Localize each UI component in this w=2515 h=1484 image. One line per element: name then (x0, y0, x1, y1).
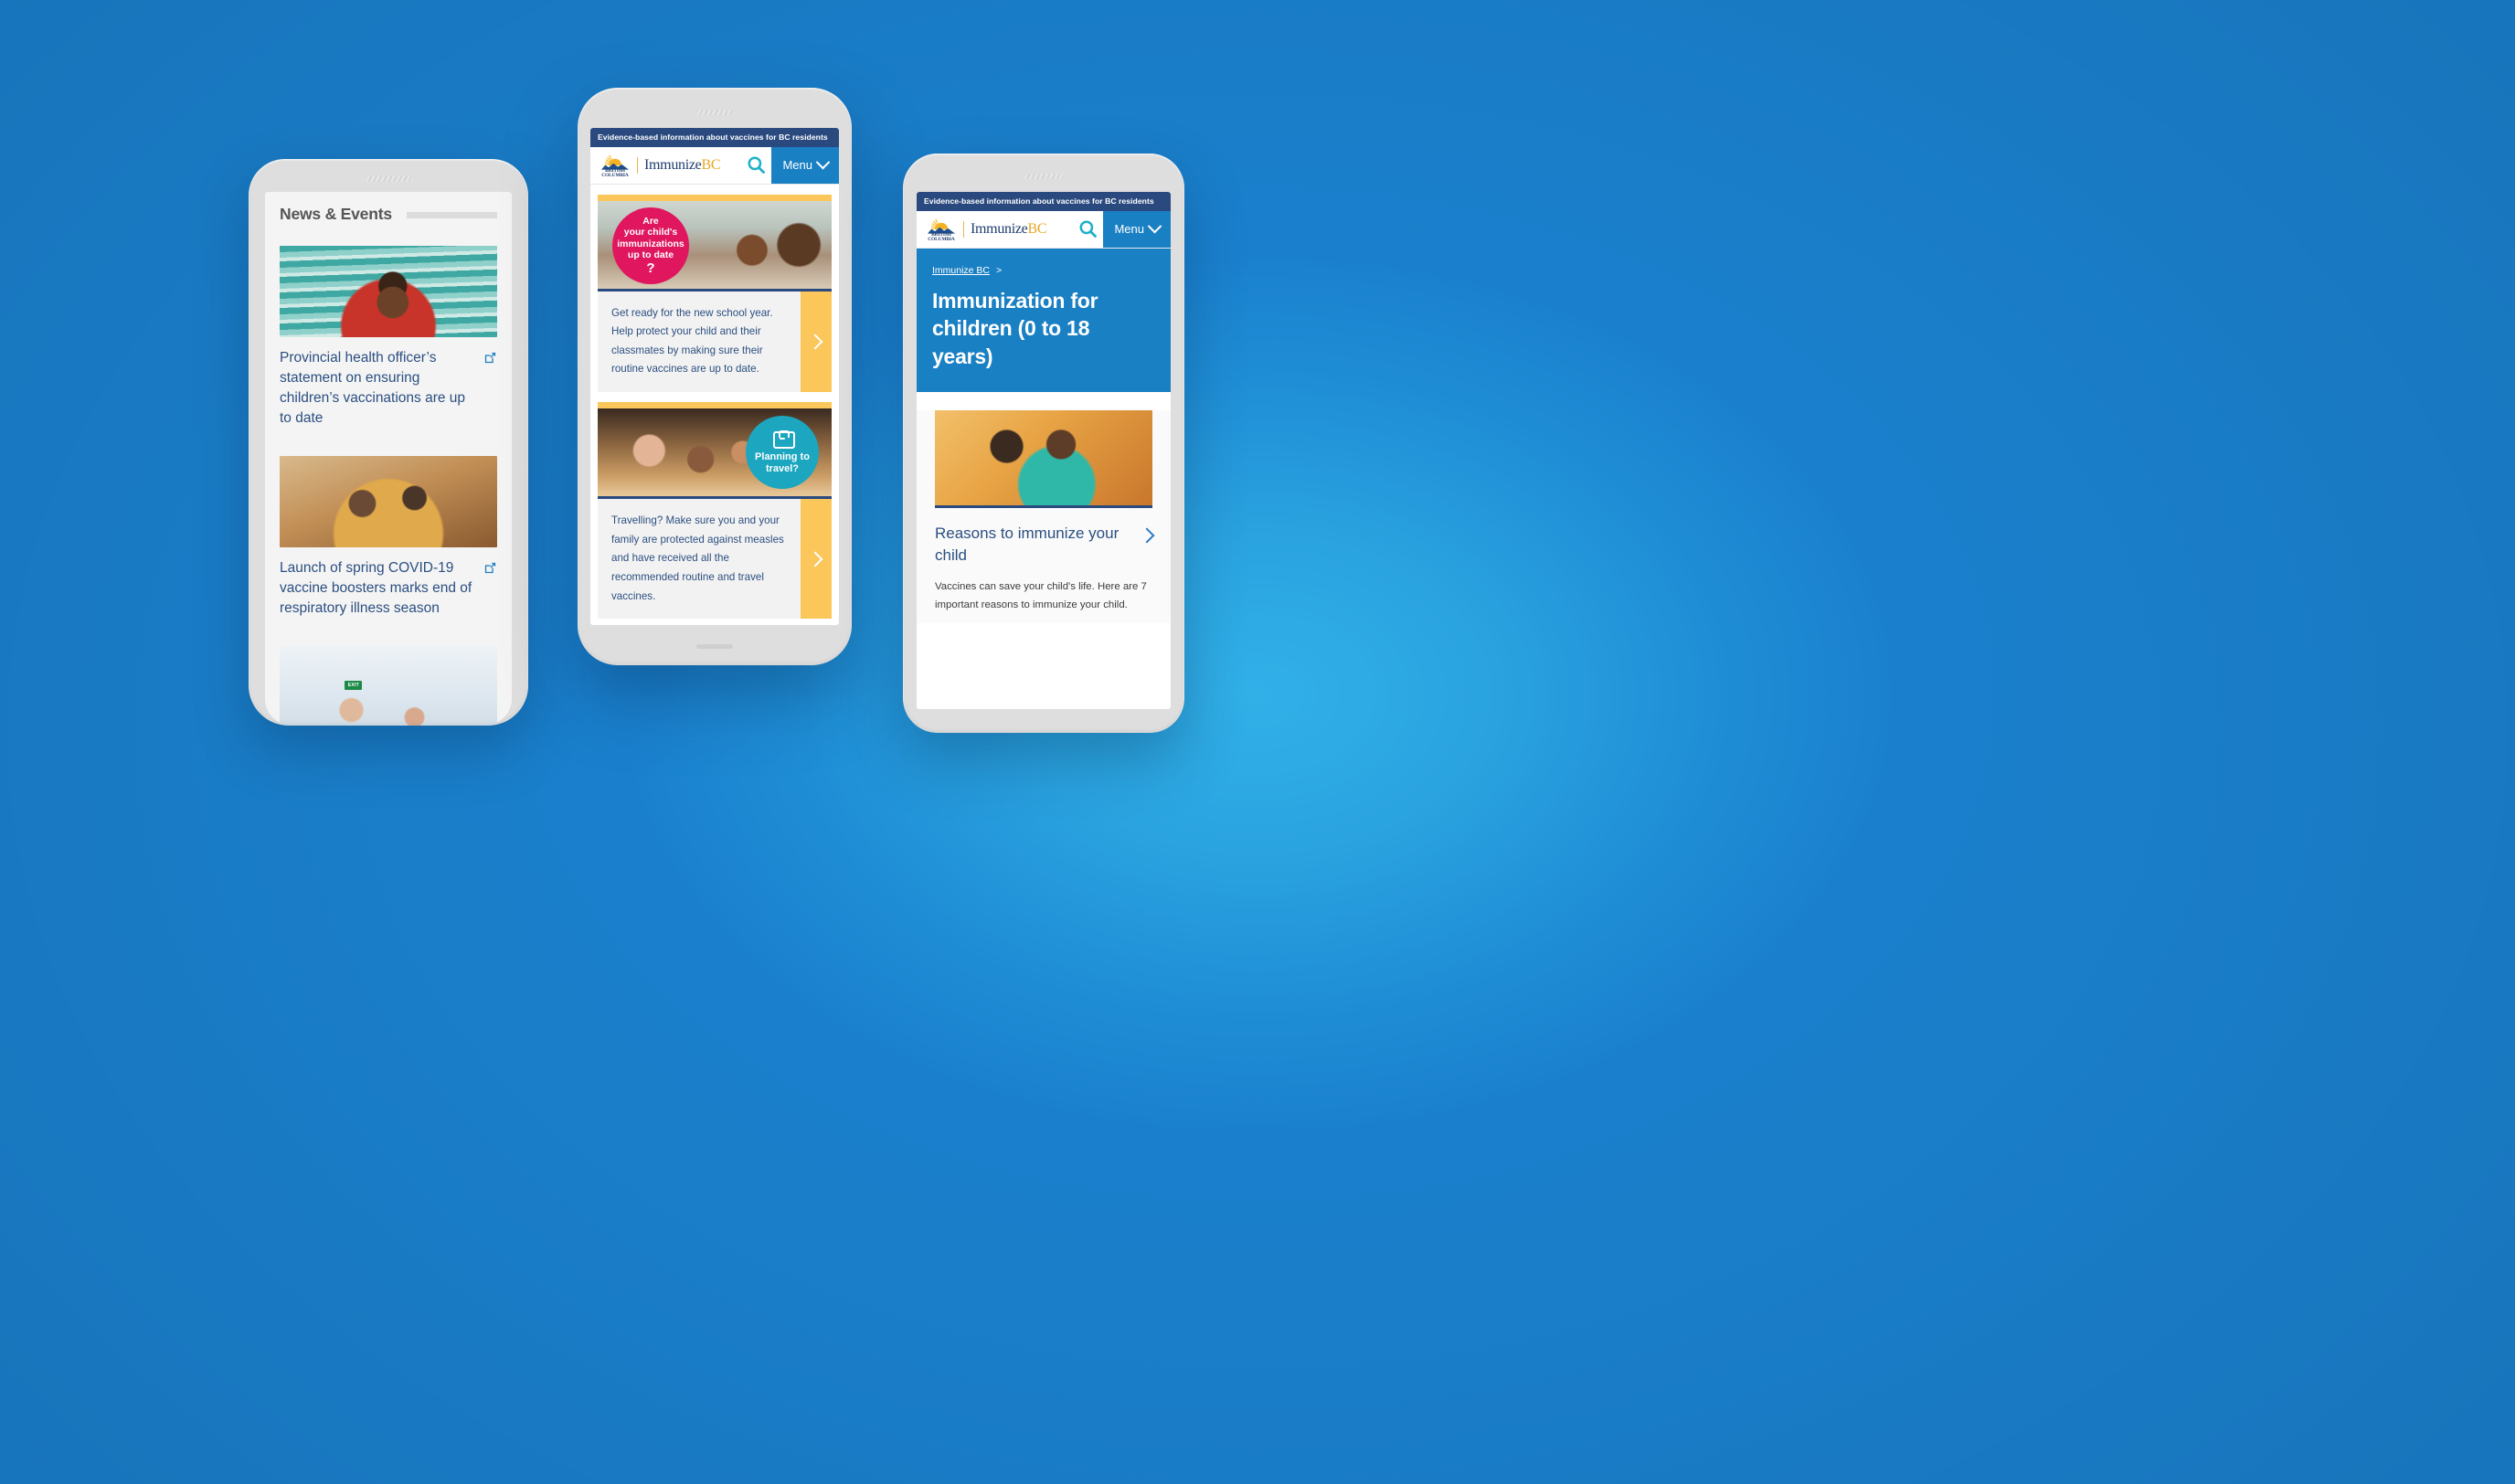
phone-screen-right: Evidence-based information about vaccine… (917, 192, 1171, 709)
brand-lockup[interactable]: BRITISH COLUMBIA ImmunizeBC (917, 211, 1072, 248)
promo-text: Travelling? Make sure you and your famil… (611, 514, 784, 602)
home-indicator (696, 644, 733, 649)
brand-divider (963, 220, 964, 238)
promo-text: Get ready for the new school year. Help … (611, 306, 773, 376)
chevron-down-icon (1147, 218, 1162, 234)
status-badge: Are your child's immunizations up to dat… (612, 207, 689, 284)
breadcrumb: Immunize BC > (932, 265, 1155, 276)
wordmark-accent: BC (1027, 220, 1047, 237)
brand-divider (637, 156, 638, 174)
promo-next-button[interactable] (801, 291, 832, 393)
site-header: BRITISH COLUMBIA ImmunizeBC Menu (917, 210, 1171, 249)
page-title: News & Events (280, 205, 392, 223)
chevron-right-icon (807, 334, 822, 350)
logo-line-2: COLUMBIA (928, 237, 955, 242)
page-content: Reasons to immunize your child Vaccines … (917, 410, 1171, 624)
british-columbia-logo-icon: BRITISH COLUMBIA (926, 217, 957, 242)
badge-question-mark: ? (646, 260, 655, 277)
immunizebc-homepage: Evidence-based information about vaccine… (590, 128, 839, 620)
promo-card-school[interactable]: Are your child's immunizations up to dat… (598, 200, 832, 393)
promo-image: Planning to travel? (598, 408, 832, 500)
page-title: Immunization for children (0 to 18 years… (932, 288, 1098, 368)
card-accent-bar (598, 194, 832, 201)
wordmark-accent: BC (701, 156, 721, 173)
badge-line: Planning to (755, 451, 810, 463)
search-button[interactable] (740, 147, 771, 184)
phone-screen-left: News & Events Provincial health officer’… (265, 192, 512, 726)
site-header: BRITISH COLUMBIA ImmunizeBC Menu (590, 146, 839, 185)
phone-screen-center: Evidence-based information about vaccine… (590, 128, 839, 625)
immunization-for-children-page: Evidence-based information about vaccine… (917, 192, 1171, 624)
external-link-icon[interactable] (483, 351, 497, 369)
header-rule (406, 212, 497, 218)
chevron-down-icon (815, 154, 831, 170)
immunizebc-wordmark: ImmunizeBC (971, 220, 1047, 238)
exit-sign-icon: EXIT (345, 681, 363, 690)
promo-image: Are your child's immunizations up to dat… (598, 200, 832, 292)
news-section-header: News & Events (265, 192, 512, 233)
menu-button[interactable]: Menu (1103, 210, 1171, 248)
chevron-right-icon (1139, 527, 1155, 544)
phone-mockup-center: Evidence-based information about vaccine… (578, 88, 852, 665)
status-badge: Planning to travel? (746, 416, 819, 490)
news-article-image: EXIT (280, 646, 497, 726)
news-article-image (280, 456, 497, 547)
external-link-icon[interactable] (483, 561, 497, 579)
menu-label: Menu (1114, 222, 1144, 237)
chevron-right-icon (807, 551, 822, 567)
wordmark-primary: Immunize (644, 156, 702, 173)
speaker-grille-icon (696, 110, 733, 115)
brand-lockup[interactable]: BRITISH COLUMBIA ImmunizeBC (590, 147, 740, 184)
badge-line: up to date (627, 249, 674, 260)
promo-next-button[interactable] (801, 499, 832, 620)
search-button[interactable] (1072, 211, 1103, 248)
british-columbia-logo-icon: BRITISH COLUMBIA (600, 153, 631, 178)
content-link-title: Reasons to immunize your child (935, 525, 1120, 564)
card-accent-bar (598, 402, 832, 409)
promo-body: Travelling? Make sure you and your famil… (598, 499, 832, 620)
badge-line: immunizations (617, 238, 684, 249)
content-link[interactable]: Reasons to immunize your child (917, 508, 1171, 566)
news-and-events-page: News & Events Provincial health officer’… (265, 192, 512, 726)
content-image (935, 410, 1152, 509)
logo-line-2: COLUMBIA (601, 173, 629, 178)
phone-mockup-left: News & Events Provincial health officer’… (249, 159, 528, 726)
breadcrumb-link[interactable]: Immunize BC (932, 265, 990, 276)
breadcrumb-separator: > (996, 264, 1003, 276)
tagline-bar: Evidence-based information about vaccine… (590, 128, 839, 147)
promo-card-travel[interactable]: Planning to travel? Travelling? Make sur… (598, 408, 832, 620)
news-article-image (280, 246, 497, 337)
news-headline: Provincial health officer’s statement on… (280, 350, 466, 426)
news-article-link[interactable]: Provincial health officer’s statement on… (265, 337, 512, 443)
content-description: Vaccines can save your child's life. Her… (935, 581, 1147, 610)
promo-body: Get ready for the new school year. Help … (598, 291, 832, 393)
tagline-bar: Evidence-based information about vaccine… (917, 192, 1171, 211)
menu-label: Menu (782, 158, 812, 173)
wordmark-primary: Immunize (971, 220, 1028, 237)
badge-line: your child's (623, 227, 678, 238)
suitcase-icon (773, 430, 795, 450)
news-article-link[interactable]: Launch of spring COVID-19 vaccine booste… (265, 547, 512, 633)
news-headline: Launch of spring COVID-19 vaccine booste… (280, 560, 472, 616)
speaker-grille-icon (366, 175, 413, 182)
phone-mockup-right: Evidence-based information about vaccine… (903, 154, 1184, 733)
badge-line: Are (642, 216, 659, 228)
page-hero: Immunize BC > Immunization for children (… (917, 248, 1171, 393)
speaker-grille-icon (1024, 174, 1064, 179)
menu-button[interactable]: Menu (771, 146, 839, 184)
badge-line: travel? (765, 462, 800, 474)
immunizebc-wordmark: ImmunizeBC (644, 156, 721, 174)
